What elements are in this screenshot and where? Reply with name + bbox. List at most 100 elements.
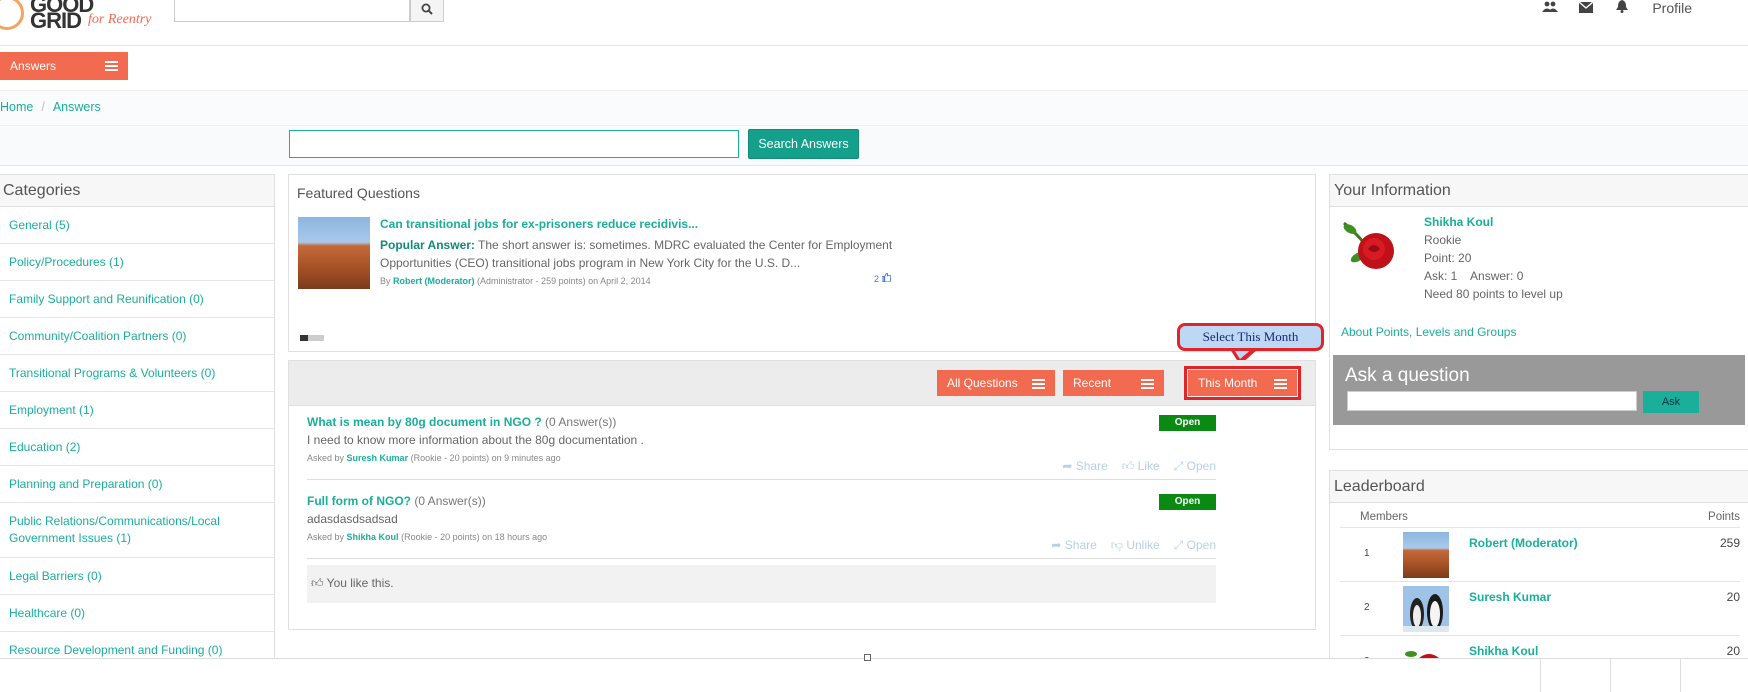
logo-tagline: for Reentry — [88, 12, 152, 27]
category-item[interactable]: Legal Barriers (0) — [0, 558, 274, 595]
hamburger-icon — [1274, 379, 1287, 391]
member-name-link[interactable]: Shikha Koul — [1469, 644, 1538, 658]
category-item[interactable]: Community/Coalition Partners (0) — [0, 318, 274, 355]
top-bar: GOOD GRID for Reentry Profile — [0, 0, 1748, 46]
question-actions: ➦ Share 👍︎ Like ⤢ Open — [1062, 459, 1216, 474]
ask-question-input[interactable] — [1347, 391, 1637, 411]
category-item[interactable]: Planning and Preparation (0) — [0, 466, 274, 503]
user-level-up: Need 80 points to level up — [1424, 287, 1563, 301]
bottom-cell — [1540, 659, 1541, 692]
logo[interactable]: GOOD GRID for Reentry — [0, 0, 160, 40]
question-author-link[interactable]: Shikha Koul — [347, 532, 399, 542]
ask-button[interactable]: Ask — [1643, 391, 1699, 413]
question-title-link[interactable]: What is mean by 80g document in NGO ? — [307, 415, 542, 429]
leaderboard-row: 2 Suresh Kumar 20 — [1340, 581, 1740, 635]
bell-icon[interactable] — [1604, 0, 1640, 16]
featured-question-image[interactable] — [298, 217, 370, 289]
category-item[interactable]: Transitional Programs & Volunteers (0) — [0, 355, 274, 392]
ask-question-box: Ask a question Ask — [1333, 355, 1745, 425]
pager-dot-active[interactable] — [300, 335, 308, 341]
featured-title: Featured Questions — [297, 185, 420, 201]
envelope-icon[interactable] — [1568, 0, 1604, 16]
featured-question-body: Can transitional jobs for ex-prisoners r… — [380, 217, 900, 286]
user-name-link[interactable]: Shikha Koul — [1424, 213, 1563, 231]
rose-avatar[interactable] — [1338, 213, 1402, 277]
featured-meta-rest: (Administrator - 259 points) on April 2,… — [477, 276, 651, 286]
users-icon[interactable] — [1532, 1, 1568, 16]
featured-meta: By Robert (Moderator) (Administrator - 2… — [380, 276, 900, 286]
category-item[interactable]: Policy/Procedures (1) — [0, 244, 274, 281]
like-button[interactable]: 👍︎ Like — [1122, 459, 1160, 474]
answers-search-input[interactable] — [289, 130, 739, 158]
featured-question-link[interactable]: Can transitional jobs for ex-prisoners r… — [380, 217, 900, 231]
share-icon: ➦ — [1062, 459, 1073, 473]
filter-all-label: All Questions — [947, 376, 1018, 390]
leaderboard-row: 1 Robert (Moderator) 259 — [1340, 527, 1740, 581]
share-button[interactable]: ➦ Share — [1051, 538, 1096, 553]
question-description: adasdasdsadsad — [307, 512, 398, 526]
open-button[interactable]: ⤢ Open — [1174, 538, 1216, 553]
filter-this-month-button[interactable]: This Month — [1184, 366, 1301, 400]
resize-handle[interactable] — [864, 654, 871, 661]
member-points: 20 — [1726, 644, 1740, 658]
member-avatar[interactable] — [1403, 532, 1449, 578]
liked-notice: 👍︎ You like this. — [307, 565, 1216, 603]
about-points-link[interactable]: About Points, Levels and Groups — [1341, 325, 1516, 339]
filter-recent-label: Recent — [1073, 376, 1112, 390]
profile-link[interactable]: Profile — [1652, 0, 1692, 16]
search-icon — [421, 3, 433, 15]
site-search-button[interactable] — [410, 0, 444, 22]
question-title-row: Full form of NGO? (0 Answer(s)) — [307, 494, 1216, 508]
logo-mark-icon — [0, 0, 24, 30]
question-actions: ➦ Share 👎︎ Unlike ⤢ Open — [1051, 538, 1216, 553]
hamburger-icon — [1141, 379, 1154, 391]
member-points: 20 — [1726, 590, 1740, 604]
your-information-panel: Your Information Shikha Koul Rookie Poin… — [1329, 174, 1748, 450]
module-label: Answers — [10, 59, 57, 73]
hamburger-icon — [105, 61, 118, 73]
featured-author-link[interactable]: Robert (Moderator) — [393, 276, 475, 286]
question-item: Full form of NGO? (0 Answer(s)) adasdasd… — [307, 494, 1216, 552]
asked-by-label: Asked by — [307, 532, 345, 542]
breadcrumb-home[interactable]: Home — [0, 100, 33, 114]
filter-recent-button[interactable]: Recent — [1063, 370, 1164, 396]
leaderboard-rank: 1 — [1364, 548, 1370, 559]
featured-meta-by: By — [380, 276, 391, 286]
breadcrumb-current[interactable]: Answers — [53, 100, 101, 114]
category-item[interactable]: Family Support and Reunification (0) — [0, 281, 274, 318]
member-name-link[interactable]: Robert (Moderator) — [1469, 536, 1578, 550]
status-badge: Open — [1159, 494, 1216, 510]
member-points: 259 — [1719, 536, 1740, 550]
thumbs-up-icon: 👍︎ — [1121, 459, 1135, 473]
ask-title: Ask a question — [1345, 365, 1470, 386]
user-level: Rookie — [1424, 233, 1462, 247]
question-author-link[interactable]: Suresh Kumar — [347, 453, 409, 463]
module-menu-button[interactable]: Answers — [0, 52, 128, 80]
divider — [307, 479, 1216, 480]
share-button[interactable]: ➦ Share — [1062, 459, 1107, 474]
question-title-link[interactable]: Full form of NGO? — [307, 494, 411, 508]
open-button[interactable]: ⤢ Open — [1174, 459, 1216, 474]
pager-dot[interactable] — [308, 335, 316, 341]
member-name-link[interactable]: Suresh Kumar — [1469, 590, 1551, 604]
category-item[interactable]: Employment (1) — [0, 392, 274, 429]
thumbs-down-icon: 👎︎ — [1110, 538, 1123, 552]
pager-dot[interactable] — [316, 335, 324, 341]
leaderboard-rank: 2 — [1364, 602, 1370, 613]
category-item[interactable]: General (5) — [0, 207, 274, 244]
questions-panel: All Questions Recent This Month What is … — [288, 360, 1316, 630]
categories-title: Categories — [0, 175, 274, 207]
unlike-button[interactable]: 👎︎ Unlike — [1111, 538, 1160, 553]
member-avatar[interactable] — [1403, 586, 1449, 632]
category-item[interactable]: Public Relations/Communications/Local Go… — [0, 503, 274, 558]
search-answers-button[interactable]: Search Answers — [748, 129, 859, 159]
your-information-body: Shikha Koul Rookie Point: 20 Ask: 1 Answ… — [1424, 213, 1563, 303]
category-item[interactable]: Education (2) — [0, 429, 274, 466]
question-meta-rest: (Rookie - 20 points) on 9 minutes ago — [410, 453, 561, 463]
featured-like-count[interactable]: 2 — [874, 272, 892, 284]
site-search-input[interactable] — [174, 0, 410, 22]
featured-pager[interactable] — [300, 335, 324, 341]
filter-all-questions-button[interactable]: All Questions — [937, 370, 1055, 396]
answer-count: (0 Answer(s)) — [414, 494, 486, 508]
category-item[interactable]: Healthcare (0) — [0, 595, 274, 632]
